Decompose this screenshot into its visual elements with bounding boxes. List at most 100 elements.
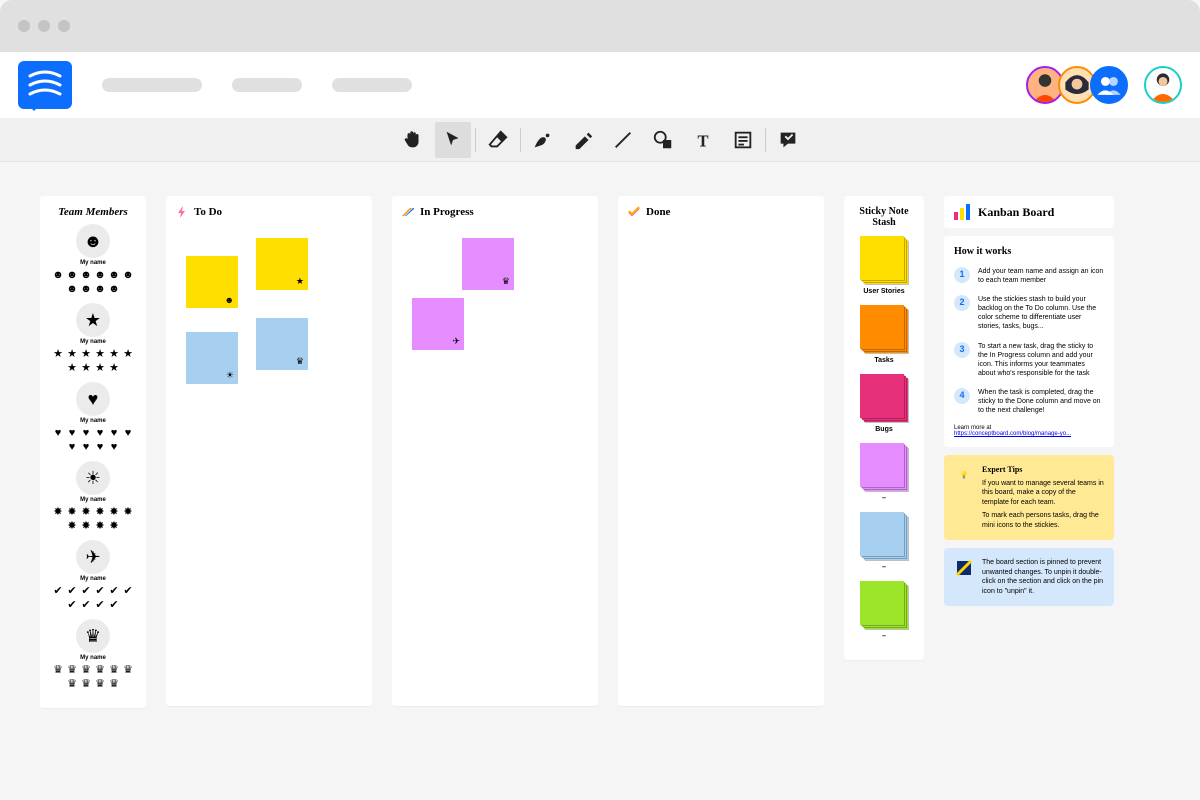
smile-mini-icon[interactable]: ☻ xyxy=(53,270,64,281)
eraser-tool[interactable] xyxy=(480,122,516,158)
smile-mini-icon[interactable]: ☻ xyxy=(67,270,78,281)
rocket-mini-icon[interactable]: ✔ xyxy=(123,586,134,597)
breadcrumb[interactable] xyxy=(232,78,302,92)
sticky-note[interactable]: ♛ xyxy=(462,238,514,290)
sticky-pile[interactable] xyxy=(860,305,908,353)
smile-mini-icon[interactable]: ☻ xyxy=(95,284,106,295)
text-tool[interactable]: T xyxy=(685,122,721,158)
heart-mini-icon[interactable]: ♥ xyxy=(53,428,64,439)
star-mini-icon[interactable]: ★ xyxy=(81,363,92,374)
sun-mini-icon[interactable]: ✸ xyxy=(81,507,92,518)
crown-mini-icon[interactable]: ♛ xyxy=(81,665,92,676)
shape-tool[interactable] xyxy=(645,122,681,158)
heart-mini-icon[interactable]: ♥ xyxy=(81,428,92,439)
sun-mini-icon[interactable]: ✸ xyxy=(109,507,120,518)
crown-mini-icon[interactable]: ♛ xyxy=(81,679,92,690)
team-member[interactable]: ✈My name xyxy=(50,540,136,582)
sticky-pile[interactable] xyxy=(860,581,908,629)
sun-mini-icon[interactable]: ✸ xyxy=(53,507,64,518)
star-mini-icon[interactable]: ★ xyxy=(109,349,120,360)
rocket-mini-icon[interactable]: ✔ xyxy=(67,600,78,611)
star-mini-icon[interactable]: ★ xyxy=(67,363,78,374)
smile-mini-icon[interactable]: ☻ xyxy=(109,270,120,281)
crown-mini-icon[interactable]: ♛ xyxy=(53,665,64,676)
heart-mini-icon[interactable]: ♥ xyxy=(67,428,78,439)
sticky-note[interactable]: ☻ xyxy=(186,256,238,308)
canvas[interactable]: Team Members ☻My name☻☻☻☻☻☻☻☻☻☻★My name★… xyxy=(0,162,1200,708)
sun-mini-icon[interactable]: ✸ xyxy=(123,507,134,518)
sun-mini-icon[interactable]: ✸ xyxy=(67,507,78,518)
rocket-mini-icon[interactable]: ✔ xyxy=(109,600,120,611)
sticky-note[interactable]: ♛ xyxy=(256,318,308,370)
breadcrumb[interactable] xyxy=(102,78,202,92)
app-logo[interactable] xyxy=(18,61,72,109)
heart-mini-icon[interactable]: ♥ xyxy=(95,442,106,453)
crown-mini-icon[interactable]: ♛ xyxy=(109,679,120,690)
star-mini-icon[interactable]: ★ xyxy=(95,349,106,360)
rocket-mini-icon[interactable]: ✔ xyxy=(109,586,120,597)
sticky-note[interactable]: ✈ xyxy=(412,298,464,350)
crown-mini-icon[interactable]: ♛ xyxy=(95,679,106,690)
sticky-note[interactable]: ★ xyxy=(256,238,308,290)
rocket-mini-icon[interactable]: ✔ xyxy=(53,586,64,597)
crown-mini-icon[interactable]: ♛ xyxy=(67,679,78,690)
learn-more-link[interactable]: https://conceptboard.com/blog/manage-yo.… xyxy=(954,431,1071,437)
heart-mini-icon[interactable]: ♥ xyxy=(109,442,120,453)
smile-mini-icon[interactable]: ☻ xyxy=(109,284,120,295)
line-tool[interactable] xyxy=(605,122,641,158)
rocket-mini-icon[interactable]: ✔ xyxy=(81,600,92,611)
sun-mini-icon[interactable]: ✸ xyxy=(67,521,78,532)
sticky-pile[interactable] xyxy=(860,236,908,284)
pointer-tool[interactable] xyxy=(435,122,471,158)
smile-mini-icon[interactable]: ☻ xyxy=(95,270,106,281)
heart-mini-icon[interactable]: ♥ xyxy=(109,428,120,439)
star-mini-icon[interactable]: ★ xyxy=(81,349,92,360)
team-member[interactable]: ♥My name xyxy=(50,382,136,424)
team-member[interactable]: ☀My name xyxy=(50,461,136,503)
team-member[interactable]: ☻My name xyxy=(50,224,136,266)
crown-mini-icon[interactable]: ♛ xyxy=(109,665,120,676)
heart-mini-icon[interactable]: ♥ xyxy=(95,428,106,439)
sun-mini-icon[interactable]: ✸ xyxy=(95,507,106,518)
star-mini-icon[interactable]: ★ xyxy=(67,349,78,360)
heart-mini-icon[interactable]: ♥ xyxy=(67,442,78,453)
sticky-pile[interactable] xyxy=(860,443,908,491)
crown-mini-icon[interactable]: ♛ xyxy=(95,665,106,676)
crown-mini-icon[interactable]: ♛ xyxy=(67,665,78,676)
column-inprogress[interactable]: In Progress ♛✈ xyxy=(392,196,598,706)
smile-mini-icon[interactable]: ☻ xyxy=(67,284,78,295)
rocket-mini-icon[interactable]: ✔ xyxy=(67,586,78,597)
current-user-avatar[interactable] xyxy=(1144,66,1182,104)
comment-tool[interactable] xyxy=(770,122,806,158)
star-mini-icon[interactable]: ★ xyxy=(53,349,64,360)
column-title: Done xyxy=(646,206,670,218)
heart-mini-icon[interactable]: ♥ xyxy=(81,442,92,453)
team-member[interactable]: ♛My name xyxy=(50,619,136,661)
sticky-pile[interactable] xyxy=(860,374,908,422)
sun-mini-icon[interactable]: ✸ xyxy=(109,521,120,532)
smile-mini-icon[interactable]: ☻ xyxy=(123,270,134,281)
column-done[interactable]: Done xyxy=(618,196,824,706)
star-mini-icon[interactable]: ★ xyxy=(95,363,106,374)
sun-mini-icon[interactable]: ✸ xyxy=(81,521,92,532)
hand-tool[interactable] xyxy=(395,122,431,158)
add-collaborator-button[interactable] xyxy=(1090,66,1128,104)
note-tool[interactable] xyxy=(725,122,761,158)
sticky-pile[interactable] xyxy=(860,512,908,560)
breadcrumb[interactable] xyxy=(332,78,412,92)
team-member[interactable]: ★My name xyxy=(50,303,136,345)
smile-mini-icon[interactable]: ☻ xyxy=(81,284,92,295)
column-todo[interactable]: To Do ★☻♛☀ xyxy=(166,196,372,706)
rocket-mini-icon[interactable]: ✔ xyxy=(81,586,92,597)
star-mini-icon[interactable]: ★ xyxy=(109,363,120,374)
sticky-note[interactable]: ☀ xyxy=(186,332,238,384)
highlighter-tool[interactable] xyxy=(565,122,601,158)
sun-mini-icon[interactable]: ✸ xyxy=(95,521,106,532)
pen-tool[interactable] xyxy=(525,122,561,158)
rocket-mini-icon[interactable]: ✔ xyxy=(95,600,106,611)
smile-mini-icon[interactable]: ☻ xyxy=(81,270,92,281)
rocket-mini-icon[interactable]: ✔ xyxy=(95,586,106,597)
crown-mini-icon[interactable]: ♛ xyxy=(123,665,134,676)
heart-mini-icon[interactable]: ♥ xyxy=(123,428,134,439)
star-mini-icon[interactable]: ★ xyxy=(123,349,134,360)
